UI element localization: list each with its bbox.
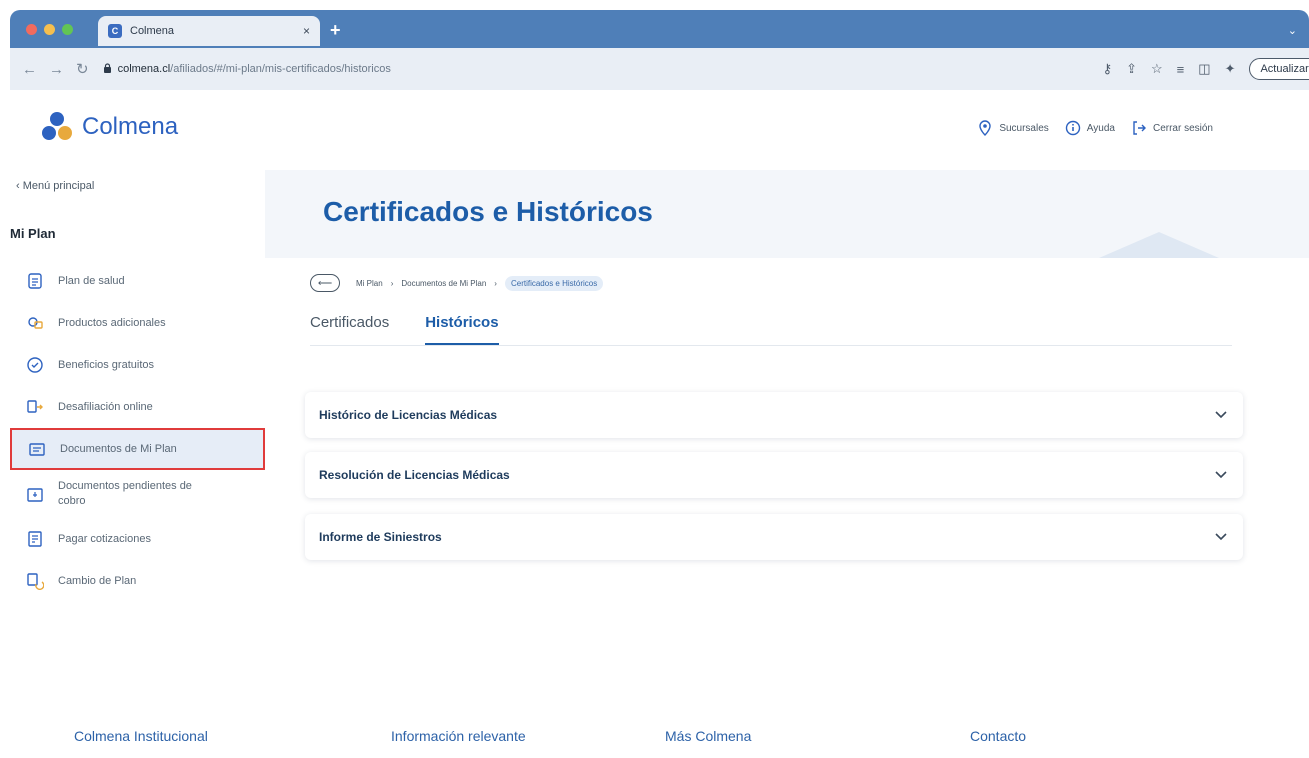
sidebar-toggle-icon[interactable]: ◫: [1198, 61, 1210, 77]
brand-name: Colmena: [82, 113, 179, 140]
accordion-resolucion-licencias[interactable]: Resolución de Licencias Médicas: [305, 452, 1243, 498]
footer-link-institucional[interactable]: Colmena Institucional: [74, 728, 208, 744]
page-title: Certificados e Históricos: [323, 196, 653, 227]
accordion-historico-licencias[interactable]: Histórico de Licencias Médicas: [305, 392, 1243, 438]
location-pin-icon: [979, 120, 992, 136]
tab-menu-chevron-icon[interactable]: ⌄: [1288, 24, 1297, 37]
sidebar-item-cambio-de-plan[interactable]: Cambio de Plan: [10, 560, 265, 602]
sucursales-label: Sucursales: [999, 122, 1049, 134]
extension-icon[interactable]: ✦: [1225, 61, 1236, 77]
new-tab-button[interactable]: +: [330, 21, 341, 39]
disaffiliation-icon: [27, 400, 43, 413]
sidebar-item-label: Cambio de Plan: [58, 575, 137, 587]
key-icon[interactable]: ⚷: [1103, 61, 1113, 77]
sidebar-item-beneficios-gratuitos[interactable]: Beneficios gratuitos: [10, 344, 265, 386]
bookmark-star-icon[interactable]: ☆: [1151, 61, 1163, 77]
sucursales-link[interactable]: Sucursales: [977, 120, 1049, 136]
breadcrumb-item-current: Certificados e Históricos: [504, 275, 604, 291]
toolbar-icons: ⚷ ⇪ ☆ ≡ ◫ ✦ Actualizar: [1103, 58, 1309, 80]
sidebar-item-label: Beneficios gratuitos: [58, 359, 154, 371]
benefits-icon: [27, 357, 43, 373]
sidebar-item-desafiliacion-online[interactable]: Desafiliación online: [10, 386, 265, 428]
sidebar-menu: Plan de salud Productos adicionales Bene…: [10, 260, 265, 602]
chevron-down-icon[interactable]: [1215, 408, 1227, 422]
breadcrumb: ⟵ Mi Plan › Documentos de Mi Plan › Cert…: [310, 274, 604, 292]
breadcrumb-separator-icon: ›: [494, 278, 497, 288]
header-links: Sucursales Ayuda Cerrar sesión: [977, 120, 1213, 136]
minimize-window-button[interactable]: [44, 24, 55, 35]
address-bar[interactable]: colmena.cl/afiliados/#/mi-plan/mis-certi…: [103, 55, 1103, 83]
colmena-logo-icon: [40, 110, 74, 144]
main-menu-link[interactable]: ‹ Menú principal: [16, 180, 94, 192]
sidebar-item-label: Desafiliación online: [58, 401, 153, 413]
accordion-title: Histórico de Licencias Médicas: [319, 408, 498, 422]
sidebar-item-label: Productos adicionales: [58, 317, 166, 329]
logout-label: Cerrar sesión: [1152, 122, 1213, 134]
documents-icon: [29, 443, 45, 456]
tab-list: Certificados Históricos: [310, 314, 1232, 346]
reading-list-icon[interactable]: ≡: [1177, 62, 1185, 77]
logout-icon: [1133, 121, 1146, 135]
browser-window: C Colmena × + ⌄ ← → ↻ colmena.cl/afiliad…: [10, 10, 1309, 90]
sidebar-item-label: Documentos pendientes de cobro: [58, 480, 192, 507]
tab-historicos[interactable]: Históricos: [425, 314, 499, 345]
sidebar-item-documentos-pendientes[interactable]: Documentos pendientes de cobro: [10, 470, 265, 518]
sidebar-item-label: Pagar cotizaciones: [58, 533, 151, 545]
hero-decoration: [1099, 232, 1219, 258]
accordion-informe-siniestros[interactable]: Informe de Siniestros: [305, 514, 1243, 560]
info-icon: [1065, 120, 1080, 136]
footer: Colmena Institucional Información releva…: [10, 722, 1309, 758]
colmena-favicon-icon: C: [108, 24, 122, 38]
chevron-down-icon[interactable]: [1215, 530, 1227, 544]
breadcrumb-separator-icon: ›: [390, 278, 394, 288]
chevron-down-icon[interactable]: [1215, 468, 1227, 482]
footer-link-mas-colmena[interactable]: Más Colmena: [665, 728, 751, 744]
pending-documents-icon: [27, 488, 43, 502]
forward-arrow-icon[interactable]: →: [49, 61, 64, 78]
products-icon: [28, 317, 43, 329]
ayuda-link[interactable]: Ayuda: [1065, 120, 1115, 136]
footer-link-informacion[interactable]: Información relevante: [391, 728, 526, 744]
window-controls: [26, 24, 73, 35]
logout-link[interactable]: Cerrar sesión: [1131, 120, 1213, 136]
url-path: /afiliados/#/mi-plan/mis-certificados/hi…: [170, 63, 391, 75]
health-plan-icon: [28, 273, 42, 289]
tab-close-icon[interactable]: ×: [303, 24, 310, 38]
maximize-window-button[interactable]: [62, 24, 73, 35]
update-button[interactable]: Actualizar: [1249, 58, 1309, 80]
close-window-button[interactable]: [26, 24, 37, 35]
sidebar-section-title: Mi Plan: [10, 226, 56, 241]
sidebar: Colmena ‹ Menú principal Mi Plan Plan de…: [10, 90, 265, 710]
reload-icon[interactable]: ↻: [76, 60, 89, 78]
browser-toolbar: ← → ↻ colmena.cl/afiliados/#/mi-plan/mis…: [10, 48, 1309, 90]
sidebar-item-label: Documentos de Mi Plan: [60, 443, 177, 455]
page: Colmena ‹ Menú principal Mi Plan Plan de…: [10, 90, 1309, 758]
tab-bar: C Colmena × + ⌄: [10, 10, 1309, 48]
sidebar-item-plan-de-salud[interactable]: Plan de salud: [10, 260, 265, 302]
share-icon[interactable]: ⇪: [1126, 61, 1137, 77]
ayuda-label: Ayuda: [1086, 122, 1115, 134]
logo[interactable]: Colmena: [40, 110, 178, 144]
tab-title: Colmena: [130, 25, 175, 37]
sidebar-item-documentos-de-mi-plan[interactable]: Documentos de Mi Plan: [10, 428, 265, 470]
sidebar-item-label: Plan de salud: [58, 275, 125, 287]
footer-link-contacto[interactable]: Contacto: [970, 728, 1026, 744]
breadcrumb-item-mi-plan[interactable]: Mi Plan: [356, 279, 383, 288]
browser-tab[interactable]: C Colmena ×: [98, 16, 320, 46]
breadcrumb-item-documentos[interactable]: Documentos de Mi Plan: [401, 279, 486, 288]
back-arrow-icon[interactable]: ←: [22, 61, 37, 78]
sidebar-item-productos-adicionales[interactable]: Productos adicionales: [10, 302, 265, 344]
plan-change-icon: [27, 573, 44, 590]
accordion-title: Informe de Siniestros: [319, 530, 442, 544]
tab-certificados[interactable]: Certificados: [310, 314, 389, 345]
back-button[interactable]: ⟵: [310, 274, 340, 292]
pay-icon: [28, 531, 42, 547]
lock-icon: [103, 62, 112, 76]
sidebar-item-pagar-cotizaciones[interactable]: Pagar cotizaciones: [10, 518, 265, 560]
accordion-title: Resolución de Licencias Médicas: [319, 468, 510, 482]
url-host: colmena.cl: [117, 63, 171, 75]
